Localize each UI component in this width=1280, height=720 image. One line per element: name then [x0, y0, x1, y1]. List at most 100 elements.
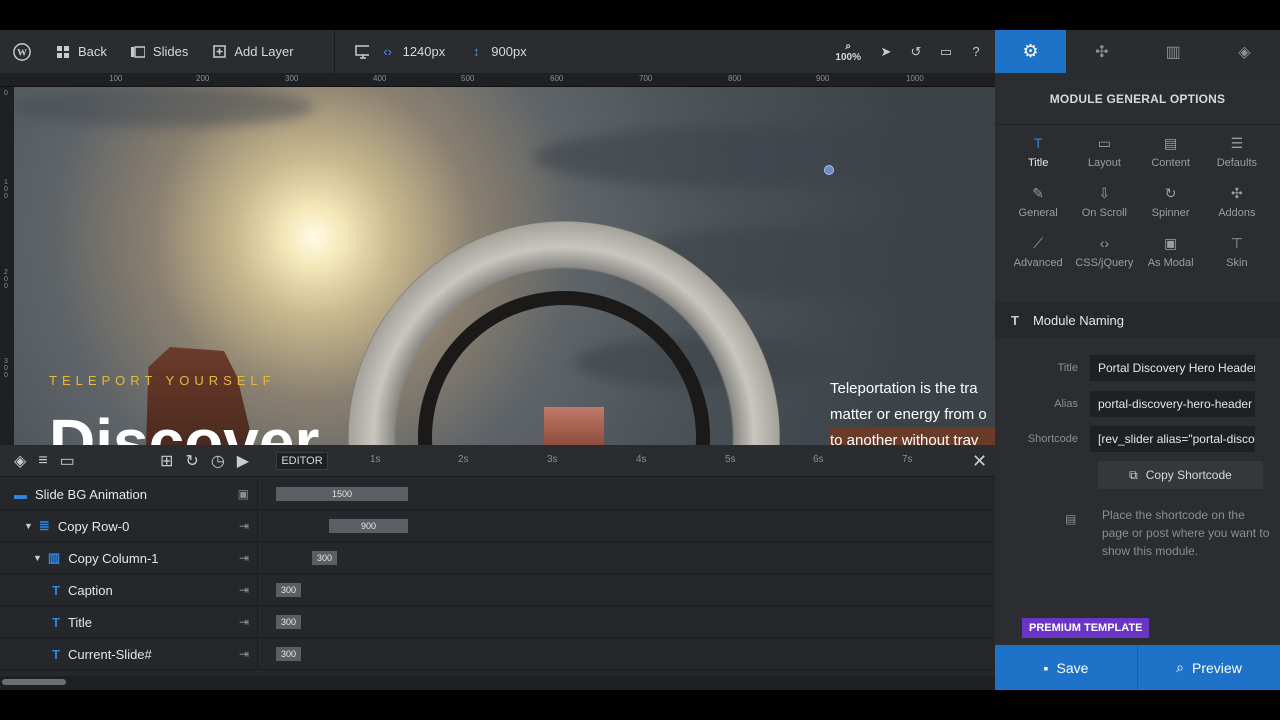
slides-tab-icon: ▥ — [1165, 43, 1181, 61]
tab-slide-settings[interactable]: ▥ — [1138, 30, 1209, 73]
caret-down-icon[interactable]: ▼ — [24, 521, 33, 531]
editor-tab[interactable]: EDITOR — [276, 452, 328, 470]
list-view-icon[interactable]: ≡ — [38, 452, 47, 470]
text-layer-icon: T — [52, 646, 60, 662]
save-button[interactable]: ▪ Save — [995, 645, 1137, 690]
timeline-row[interactable]: ▬ Slide BG Animation ▣ 1500 — [0, 478, 995, 510]
text-layer-icon: T — [52, 582, 60, 598]
undo-button[interactable]: ↺ — [901, 30, 931, 73]
modal-icon: ▣ — [1164, 234, 1178, 251]
folder-icon[interactable]: ▭ — [60, 451, 75, 471]
add-layer-button[interactable]: Add Layer — [200, 30, 305, 73]
timer-icon[interactable]: ◷ — [211, 451, 225, 471]
arrow-end-icon[interactable]: ⇥ — [239, 615, 249, 629]
paragraph-layer[interactable]: Teleportation is the tra matter or energ… — [830, 376, 995, 445]
timeline-row[interactable]: ▼ ▥ Copy Column-1 ⇥ 300 — [0, 542, 995, 574]
monitor-icon — [354, 44, 369, 59]
scroll-icon: ⇩ — [1098, 184, 1111, 201]
timeline-row[interactable]: T Current-Slide# ⇥ 300 — [0, 638, 995, 670]
image-folder-icon[interactable]: ▣ — [238, 487, 249, 501]
module-naming-header[interactable]: T Module Naming — [995, 302, 1280, 338]
ruler-mark: 600 — [550, 74, 564, 83]
timeline-row[interactable]: T Caption ⇥ 300 — [0, 574, 995, 606]
ruler-vmark: 3 0 0 — [4, 358, 8, 379]
layers-icon: ◈ — [1238, 43, 1251, 61]
option-label: On Scroll — [1081, 207, 1127, 219]
scrollbar-thumb[interactable] — [2, 679, 66, 685]
timeline-bar[interactable]: 1500 — [276, 487, 408, 501]
search-icon: ⌕ — [1176, 659, 1185, 675]
tab-layers-settings[interactable]: ✣ — [1066, 30, 1137, 73]
timeline-bar[interactable]: 300 — [276, 647, 301, 661]
slide-canvas[interactable]: TELEPORT YOURSELF Discover Teleportation… — [14, 87, 995, 445]
timeline-bar[interactable]: 300 — [276, 615, 301, 629]
play-icon[interactable]: ▶ — [237, 451, 249, 471]
timeline-header: ◈ ≡ ▭ ⊞ ↻ ◷ ▶ EDITOR 1s 2s 3s 4s 5s 6s 7… — [0, 445, 995, 477]
copy-shortcode-button[interactable]: ⧉ Copy Shortcode — [1098, 461, 1263, 489]
title-label: Title — [1057, 362, 1078, 374]
device-desktop-button[interactable] — [343, 30, 381, 73]
paragraph-line: matter or energy from o — [830, 406, 987, 423]
select-tool-button[interactable]: ➤ — [871, 30, 901, 73]
zoom-value: 100% — [835, 51, 861, 63]
option-skin[interactable]: ⊤ Skin — [1204, 235, 1270, 273]
close-icon[interactable]: ✕ — [972, 451, 987, 472]
alias-input[interactable]: portal-discovery-hero-header — [1090, 391, 1255, 417]
shortcode-input[interactable]: [rev_slider alias="portal-discovery-hero… — [1090, 426, 1255, 452]
preview-device-button[interactable]: ▭ — [931, 30, 961, 73]
text-icon: T — [1011, 312, 1019, 328]
timeline-bar[interactable]: 300 — [276, 583, 301, 597]
timeline-bar[interactable]: 900 — [329, 519, 408, 533]
ruler-vmark: 1 0 0 — [4, 179, 8, 200]
preview-button[interactable]: ⌕ Preview — [1137, 645, 1280, 690]
back-button[interactable]: Back — [44, 30, 119, 73]
timeline-row[interactable]: T Title ⇥ 300 — [0, 606, 995, 638]
option-spinner[interactable]: ↻ Spinner — [1138, 185, 1204, 223]
zoom-icon: ⌕ — [845, 40, 852, 52]
time-tick: 2s — [458, 454, 469, 465]
wordpress-logo-icon[interactable]: W — [0, 42, 44, 61]
width-field[interactable]: ‹› 1240px — [381, 30, 458, 73]
option-content[interactable]: ▤ Content — [1138, 135, 1204, 173]
option-addons[interactable]: ✣ Addons — [1204, 185, 1270, 223]
timeline-bar[interactable]: 300 — [312, 551, 337, 565]
row-name: Copy Row-0 — [57, 518, 130, 534]
option-on-scroll[interactable]: ⇩ On Scroll — [1071, 185, 1137, 223]
subtitle-layer[interactable]: TELEPORT YOURSELF — [49, 373, 276, 388]
save-label: Save — [1056, 659, 1089, 676]
option-css-jquery[interactable]: ‹› CSS/jQuery — [1071, 235, 1137, 273]
option-defaults[interactable]: ☰ Defaults — [1204, 135, 1270, 173]
option-as-modal[interactable]: ▣ As Modal — [1138, 235, 1204, 273]
row-name: Slide BG Animation — [35, 486, 148, 502]
option-advanced[interactable]: ⟋ Advanced — [1005, 235, 1071, 273]
time-tick: 7s — [902, 454, 913, 465]
width-arrows-icon: ‹› — [383, 44, 392, 59]
arrow-end-icon[interactable]: ⇥ — [239, 519, 249, 533]
ruler-mark: 200 — [196, 74, 210, 83]
height-field[interactable]: ↕ 900px — [457, 30, 538, 73]
horizontal-scrollbar[interactable] — [0, 676, 995, 690]
grid-toggle-icon[interactable]: ⊞ — [160, 451, 173, 471]
timeline-row[interactable]: ▼ ≣ Copy Row-0 ⇥ 900 — [0, 510, 995, 542]
option-general[interactable]: ✎ General — [1005, 185, 1071, 223]
caret-down-icon[interactable]: ▼ — [33, 553, 42, 563]
text-icon: T — [1033, 135, 1043, 151]
ruler-vertical: 0 1 0 0 2 0 0 3 0 0 — [0, 87, 14, 445]
tab-layer-stack[interactable]: ◈ — [1209, 30, 1280, 73]
timeline-row-label: ▼ ≣ Copy Row-0 ⇥ — [0, 510, 258, 542]
title-layer[interactable]: Discover — [49, 405, 319, 445]
arrow-end-icon[interactable]: ⇥ — [239, 647, 249, 661]
option-title[interactable]: T Title — [1005, 135, 1071, 173]
loop-icon[interactable]: ↻ — [185, 451, 198, 471]
arrow-end-icon[interactable]: ⇥ — [239, 583, 249, 597]
arrow-end-icon[interactable]: ⇥ — [239, 551, 249, 565]
add-layer-icon — [212, 45, 226, 59]
option-label: Advanced — [1013, 257, 1063, 269]
slides-button[interactable]: Slides — [119, 30, 200, 73]
layers-view-icon[interactable]: ◈ — [14, 451, 26, 471]
title-input[interactable]: Portal Discovery Hero Header — [1090, 355, 1255, 381]
option-layout[interactable]: ▭ Layout — [1071, 135, 1137, 173]
help-button[interactable]: ? — [961, 30, 995, 73]
zoom-control[interactable]: ⌕ 100% — [825, 41, 871, 63]
tab-module-settings[interactable]: ⚙ — [995, 30, 1067, 73]
